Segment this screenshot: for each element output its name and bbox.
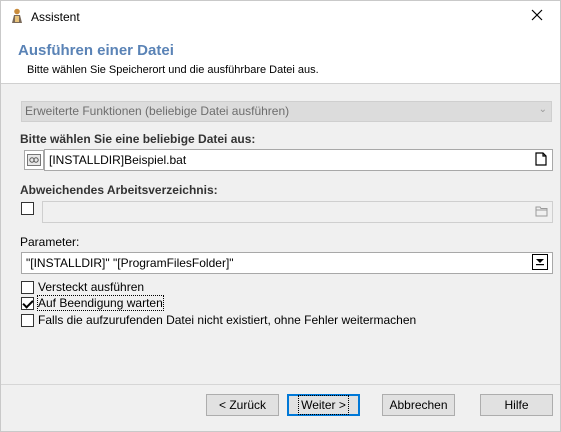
file-path-value: [INSTALLDIR]Beispiel.bat [49, 153, 187, 167]
workdir-checkbox[interactable] [21, 202, 34, 215]
wizard-header: Ausführen einer Datei Bitte wählen Sie S… [1, 32, 560, 83]
dropdown-arrow-icon [535, 255, 545, 269]
footer-divider [1, 384, 560, 385]
title-bar: Assistent [1, 1, 560, 32]
option-ignore-missing-checkbox[interactable] [21, 314, 34, 327]
cancel-button[interactable]: Abbrechen [382, 394, 455, 416]
app-icon [10, 8, 24, 24]
close-button[interactable] [514, 1, 560, 32]
chevron-down-icon: ⌄ [538, 104, 547, 115]
params-label: Parameter: [20, 235, 80, 249]
function-combo: Erweiterte Funktionen (beliebige Datei a… [21, 101, 552, 122]
file-path-input[interactable]: [INSTALLDIR]Beispiel.bat [44, 149, 553, 171]
header-divider [1, 83, 560, 84]
back-button-label: < Zurück [218, 398, 266, 412]
file-type-icon [24, 150, 44, 170]
window-title: Assistent [31, 10, 80, 24]
params-dropdown-button[interactable] [532, 254, 548, 270]
option-ignore-missing-label[interactable]: Falls die aufzurufenden Datei nicht exis… [38, 313, 416, 327]
params-input[interactable]: "[INSTALLDIR]" "[ProgramFilesFolder]" [21, 252, 553, 274]
workdir-label: Abweichendes Arbeitsverzeichnis: [20, 183, 218, 197]
function-combo-value: Erweiterte Funktionen (beliebige Datei a… [25, 104, 290, 118]
workdir-input [42, 201, 553, 223]
option-hidden-checkbox[interactable] [21, 281, 34, 294]
next-button[interactable]: Weiter > [287, 394, 360, 416]
document-icon [535, 151, 547, 169]
browse-folder-button [532, 203, 550, 221]
next-button-label: Weiter > [298, 395, 349, 415]
page-title: Ausführen einer Datei [18, 42, 174, 59]
page-subtitle: Bitte wählen Sie Speicherort und die aus… [27, 64, 319, 76]
close-icon [531, 9, 543, 24]
cancel-button-label: Abbrechen [389, 398, 448, 412]
assistant-window: Assistent Ausführen einer Datei Bitte wä… [0, 0, 561, 432]
folder-icon [535, 205, 548, 220]
help-button-label: Hilfe [504, 398, 529, 412]
option-wait-label[interactable]: Auf Beendigung warten [37, 295, 164, 311]
browse-file-button[interactable] [532, 151, 550, 169]
back-button[interactable]: < Zurück [206, 394, 279, 416]
file-label: Bitte wählen Sie eine beliebige Datei au… [20, 132, 256, 146]
option-wait-checkbox[interactable] [21, 297, 34, 310]
help-button[interactable]: Hilfe [480, 394, 553, 416]
option-hidden-label[interactable]: Versteckt ausführen [38, 280, 144, 294]
params-value: "[INSTALLDIR]" "[ProgramFilesFolder]" [26, 256, 234, 270]
